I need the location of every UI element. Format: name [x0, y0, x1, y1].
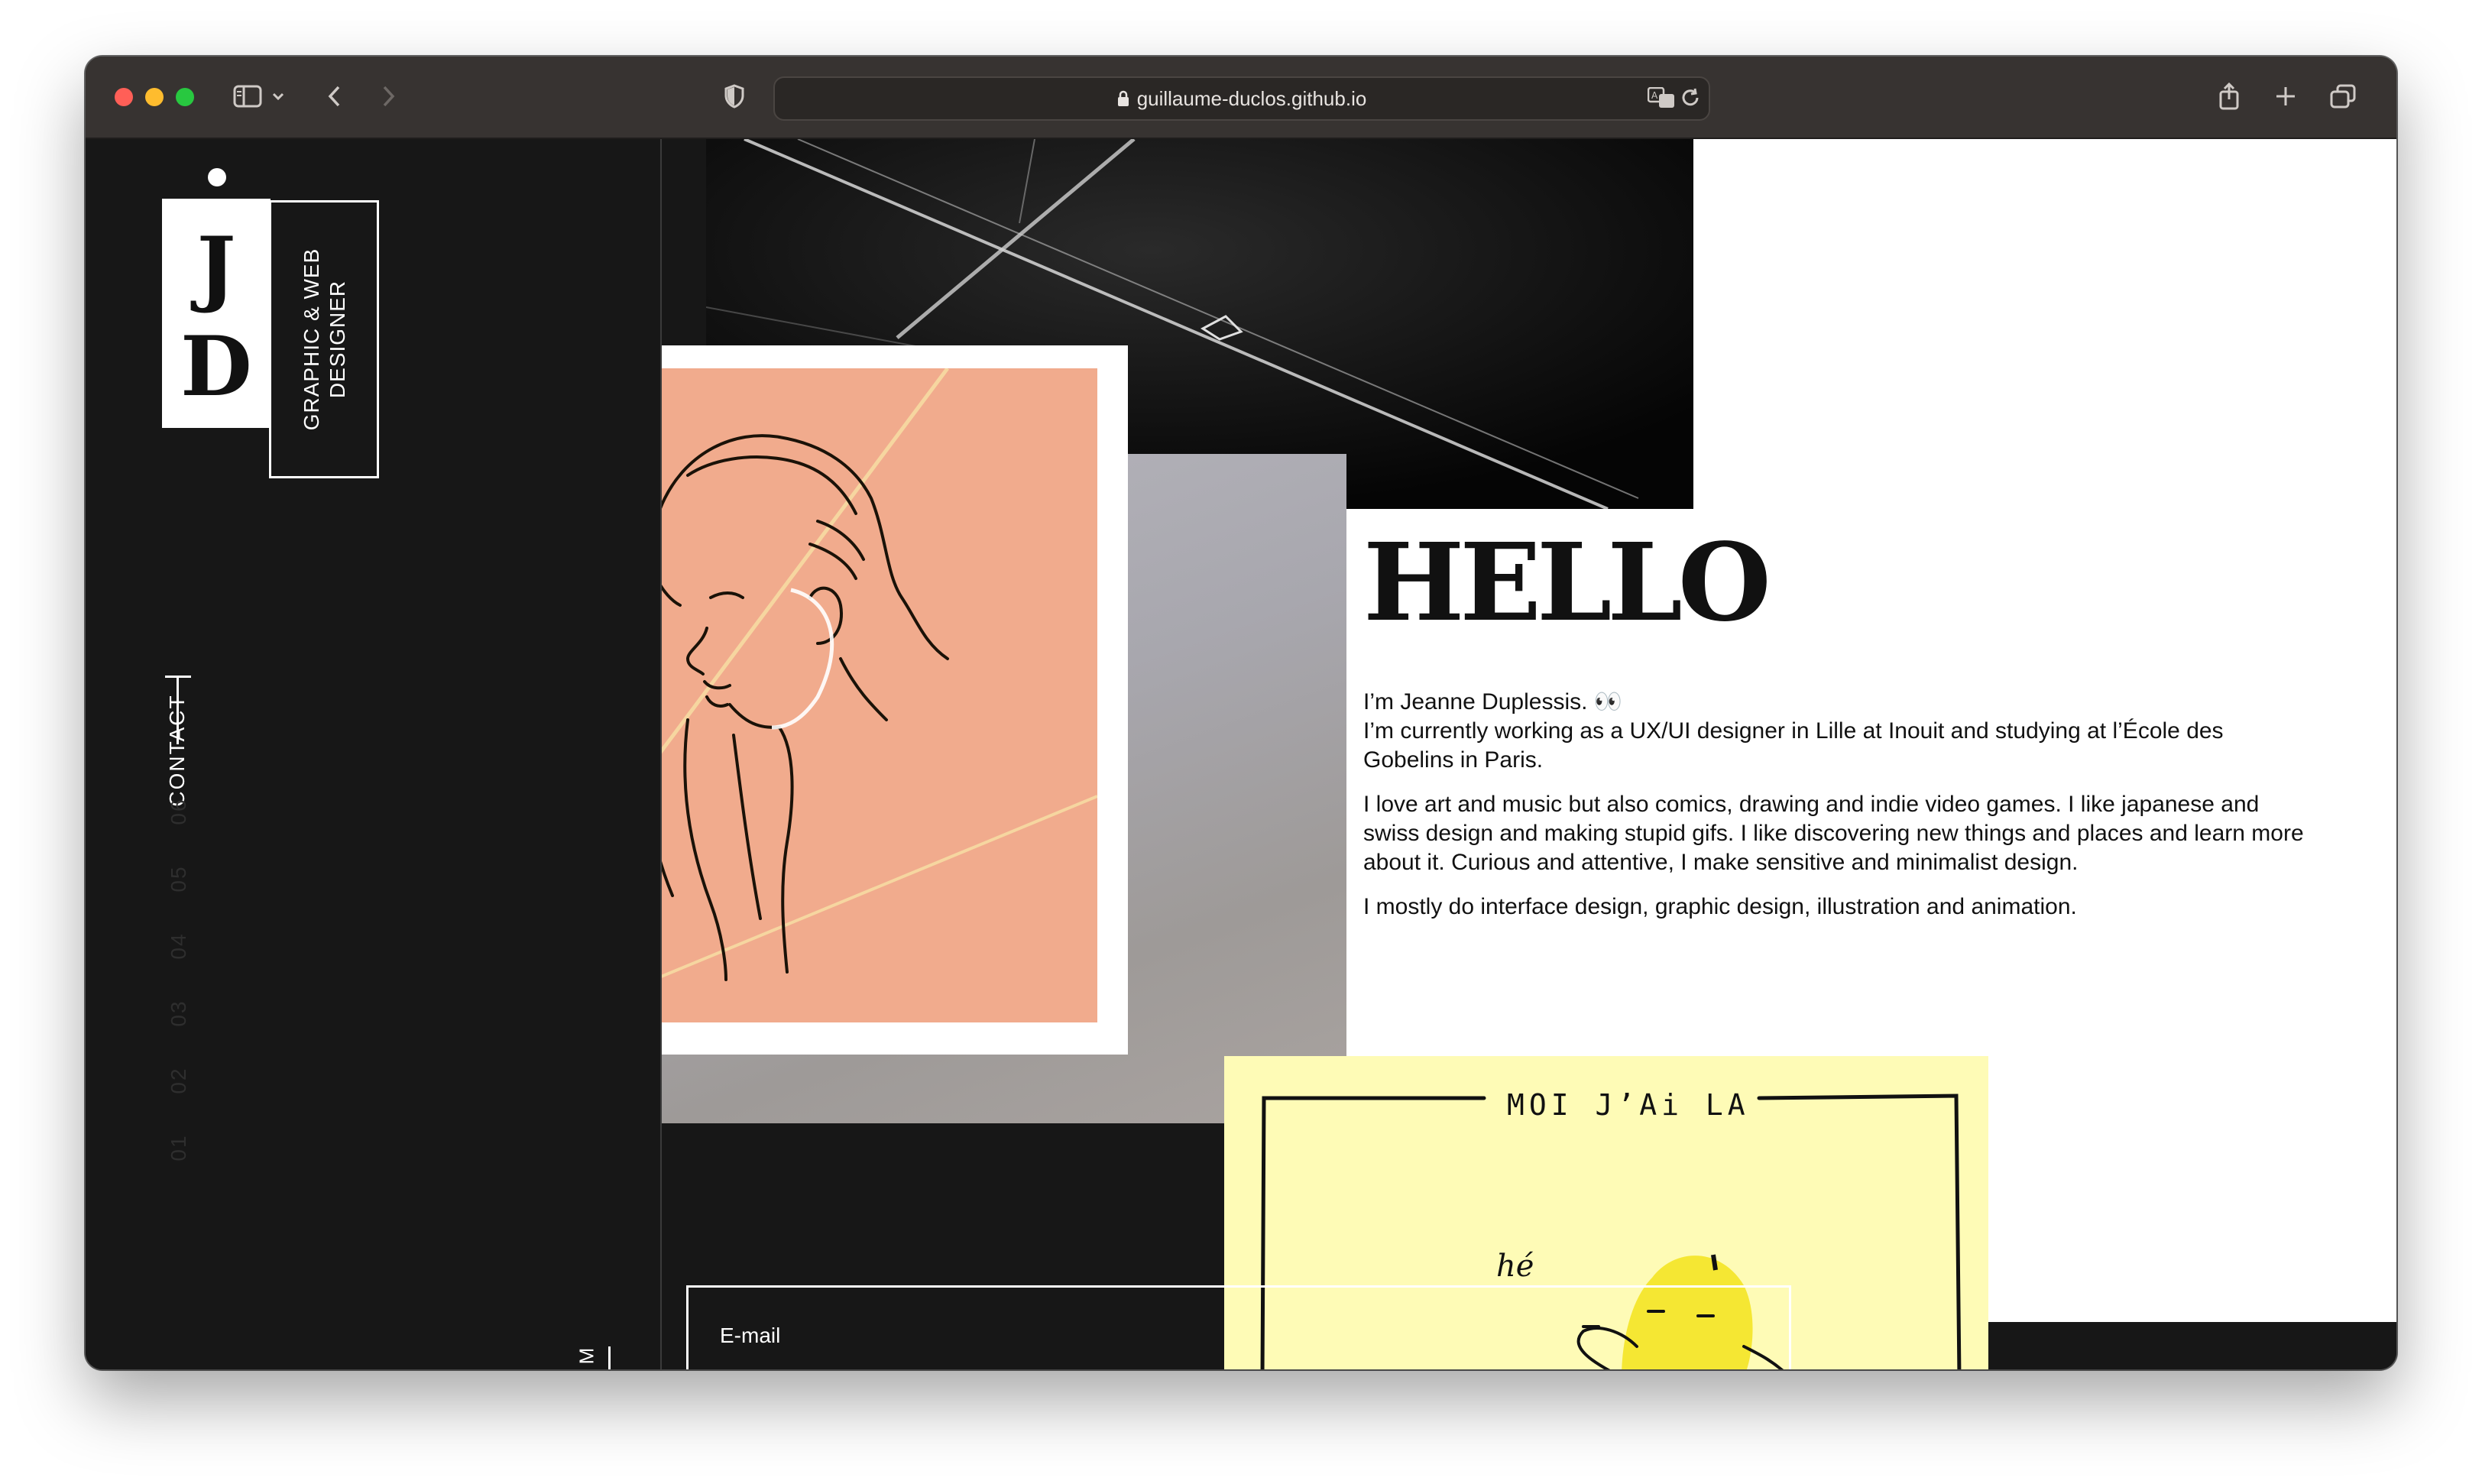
new-tab-icon[interactable]: [2273, 79, 2299, 113]
comic-title: MOI J’Ai LA: [1507, 1088, 1750, 1122]
intro-interests: I love art and music but also comics, dr…: [1363, 792, 2304, 875]
intro-background-top: [1693, 139, 2396, 509]
share-icon[interactable]: [2216, 79, 2242, 113]
social-link-line: [608, 1346, 611, 1369]
dark-strip: [1988, 1322, 2396, 1369]
close-window-button[interactable]: [115, 88, 133, 106]
nav-section-06[interactable]: 06: [167, 798, 191, 825]
back-icon[interactable]: [322, 79, 345, 113]
intro-text: I’m Jeanne Duplessis. 👀 I’m currently wo…: [1363, 688, 2308, 937]
nav-section-01[interactable]: 01: [167, 1134, 191, 1161]
logo-letter-j: J: [196, 219, 236, 316]
email-field[interactable]: [686, 1285, 1791, 1369]
lock-icon: [1117, 79, 1129, 121]
social-link[interactable]: M: [575, 1348, 599, 1365]
nav-section-03[interactable]: 03: [167, 1000, 191, 1026]
chevron-down-icon[interactable]: [269, 79, 287, 113]
nav-section-04[interactable]: 04: [167, 932, 191, 959]
sidebar-icon[interactable]: [231, 79, 264, 113]
tagline-line-2: DESIGNER: [326, 280, 349, 399]
url-label: guillaume-duclos.github.io: [1136, 87, 1367, 110]
minimize-window-button[interactable]: [145, 88, 164, 106]
translate-icon[interactable]: A: [1647, 86, 1675, 112]
logo[interactable]: J D: [162, 199, 271, 428]
nav-section-05[interactable]: 05: [167, 865, 191, 892]
email-label: E-mail: [720, 1324, 781, 1347]
tab-overview-icon[interactable]: [2328, 79, 2358, 113]
hello-title: HELLO: [1363, 520, 1771, 646]
page-content: HELLO I’m Jeanne Duplessis. 👀 I’m curren…: [86, 139, 2396, 1369]
sidebar: J D GRAPHIC & WEB DESIGNER CONTACT 06 05…: [86, 139, 662, 1369]
browser-toolbar: guillaume-duclos.github.io A: [86, 57, 2396, 139]
logo-frame-edge: [269, 200, 271, 478]
browser-window: guillaume-duclos.github.io A HELLO I’m J…: [86, 57, 2396, 1369]
tagline-line-1: GRAPHIC & WEB: [300, 248, 323, 431]
reload-icon[interactable]: [1680, 87, 1701, 112]
maximize-window-button[interactable]: [176, 88, 194, 106]
address-bar[interactable]: guillaume-duclos.github.io A: [773, 76, 1710, 121]
logo-tagline: GRAPHIC & WEB DESIGNER: [299, 217, 351, 462]
svg-text:A: A: [1651, 90, 1658, 101]
logo-letter-d: D: [180, 319, 252, 415]
nav-section-02[interactable]: 02: [167, 1067, 191, 1094]
intro-name: I’m Jeanne Duplessis. 👀: [1363, 689, 1623, 714]
intro-specialties: I mostly do interface design, graphic de…: [1363, 894, 2077, 919]
shield-icon[interactable]: [721, 79, 747, 113]
logo-dot: [208, 168, 226, 186]
nav-contact[interactable]: CONTACT: [165, 694, 190, 806]
comic-word: hé: [1496, 1249, 1534, 1284]
intro-work: I’m currently working as a UX/UI designe…: [1363, 718, 2224, 773]
url-text[interactable]: guillaume-duclos.github.io: [775, 78, 1709, 119]
forward-icon[interactable]: [377, 79, 400, 113]
